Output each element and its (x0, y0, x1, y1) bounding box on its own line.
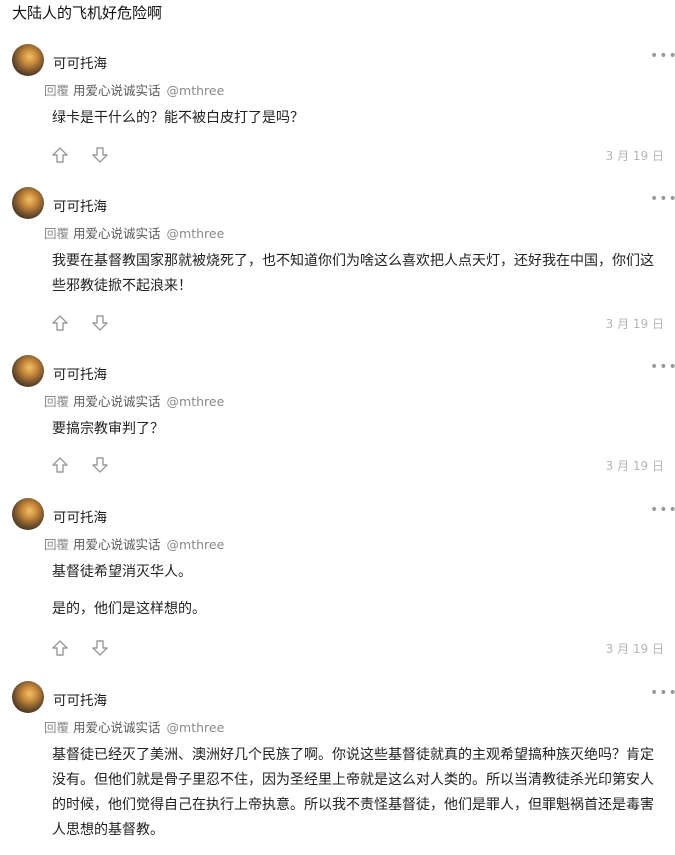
comment-author[interactable]: 可可托海 (53, 363, 107, 383)
reply-to-handle[interactable]: @mthree (167, 537, 225, 552)
more-dots-icon[interactable]: ••• (650, 191, 675, 207)
reply-to-handle[interactable]: @mthree (167, 83, 225, 98)
thumb-up-icon[interactable] (51, 456, 69, 474)
reply-to-name[interactable]: 用爱心说诚实话 (73, 720, 161, 735)
comment-body: 绿卡是干什么的？能不被白皮打了是吗？ (52, 106, 657, 143)
reply-to-line: 回覆 用爱心说诚实话 @mthree (44, 534, 224, 553)
comment-date: 3 月 19 日 (605, 149, 664, 163)
thumb-down-icon[interactable] (91, 314, 109, 332)
reply-prefix: 回覆 (44, 226, 70, 241)
reply-prefix: 回覆 (44, 83, 70, 98)
reply-prefix: 回覆 (44, 394, 70, 409)
more-dots-icon[interactable]: ••• (650, 359, 675, 375)
thumb-down-icon[interactable] (91, 639, 109, 657)
comment-actions: 3 月 19 日 (50, 639, 670, 659)
comment-body: 基督徒希望消灭华人。 是的，他们是这样想的。 (52, 560, 657, 634)
comment-date: 3 月 19 日 (605, 642, 664, 656)
comment-author[interactable]: 可可托海 (53, 195, 107, 215)
reply-to-handle[interactable]: @mthree (167, 226, 225, 241)
thumb-down-icon[interactable] (91, 456, 109, 474)
comment: 可可托海 ••• 回覆用爱心说诚实话 @mthree 基督徒希望消灭华人。 是的，… (0, 498, 675, 668)
thumb-up-icon[interactable] (51, 314, 69, 332)
comment: 可可托海 ••• 回覆用爱心说诚实话 @mthree 绿卡是干什么的？能不被白皮打… (0, 44, 675, 174)
reply-prefix: 回覆 (44, 537, 70, 552)
comment: 可可托海 ••• 回覆用爱心说诚实话 @mthree 基督徒已经灭了美洲、澳洲好几… (0, 681, 675, 848)
comment-actions: 3 月 19 日 (50, 314, 670, 334)
more-dots-icon[interactable]: ••• (650, 48, 675, 64)
reply-to-name[interactable]: 用爱心说诚实话 (73, 537, 161, 552)
reply-to-line: 回覆 用爱心说诚实话 @mthree (44, 223, 224, 242)
comment-author[interactable]: 可可托海 (53, 52, 107, 72)
comment-body: 要搞宗教审判了？ (52, 417, 657, 454)
reply-to-name[interactable]: 用爱心说诚实话 (73, 226, 161, 241)
reply-to-line: 回覆 用爱心说诚实话 @mthree (44, 391, 224, 410)
comment-actions: 3 月 19 日 (50, 146, 670, 166)
avatar[interactable] (12, 498, 44, 530)
comment-paragraph: 要搞宗教审判了？ (52, 421, 164, 437)
thumb-up-icon[interactable] (51, 146, 69, 164)
more-dots-icon[interactable]: ••• (650, 685, 675, 701)
reply-to-handle[interactable]: @mthree (167, 394, 225, 409)
reply-to-handle[interactable]: @mthree (167, 720, 225, 735)
reply-to-name[interactable]: 用爱心说诚实话 (73, 394, 161, 409)
thumb-down-icon[interactable] (91, 146, 109, 164)
comment-paragraph: 基督徒已经灭了美洲、澳洲好几个民族了啊。你说这些基督徒就真的主观希望搞种族灭绝吗… (52, 747, 654, 838)
comment-actions: 3 月 19 日 (50, 456, 670, 476)
comment-date: 3 月 19 日 (605, 317, 664, 331)
comment-body: 我要在基督教国家那就被烧死了，也不知道你们为啥这么喜欢把人点天灯，还好我在中国，… (52, 249, 657, 311)
comment-author[interactable]: 可可托海 (53, 506, 107, 526)
comment-paragraph: 是的，他们是这样想的。 (52, 601, 206, 617)
reply-to-line: 回覆 用爱心说诚实话 @mthree (44, 717, 224, 736)
comment-paragraph: 我要在基督教国家那就被烧死了，也不知道你们为啥这么喜欢把人点天灯，还好我在中国，… (52, 253, 654, 294)
comment-body: 基督徒已经灭了美洲、澳洲好几个民族了啊。你说这些基督徒就真的主观希望搞种族灭绝吗… (52, 743, 657, 855)
avatar[interactable] (12, 681, 44, 713)
avatar[interactable] (12, 187, 44, 219)
comment-author[interactable]: 可可托海 (53, 689, 107, 709)
comment-paragraph: 基督徒希望消灭华人。 (52, 564, 192, 580)
comment: 可可托海 ••• 回覆用爱心说诚实话 @mthree 我要在基督教国家那就被烧死了… (0, 187, 675, 337)
comment-paragraph: 绿卡是干什么的？能不被白皮打了是吗？ (52, 110, 304, 126)
page-title: 大陆人的飞机好危险啊 (12, 4, 163, 22)
avatar[interactable] (12, 44, 44, 76)
reply-prefix: 回覆 (44, 720, 70, 735)
thumb-up-icon[interactable] (51, 639, 69, 657)
comment: 可可托海 ••• 回覆用爱心说诚实话 @mthree 要搞宗教审判了？ 3 月 1… (0, 355, 675, 485)
avatar[interactable] (12, 355, 44, 387)
reply-to-line: 回覆 用爱心说诚实话 @mthree (44, 80, 224, 99)
reply-to-name[interactable]: 用爱心说诚实话 (73, 83, 161, 98)
more-dots-icon[interactable]: ••• (650, 502, 675, 518)
comment-date: 3 月 19 日 (605, 459, 664, 473)
